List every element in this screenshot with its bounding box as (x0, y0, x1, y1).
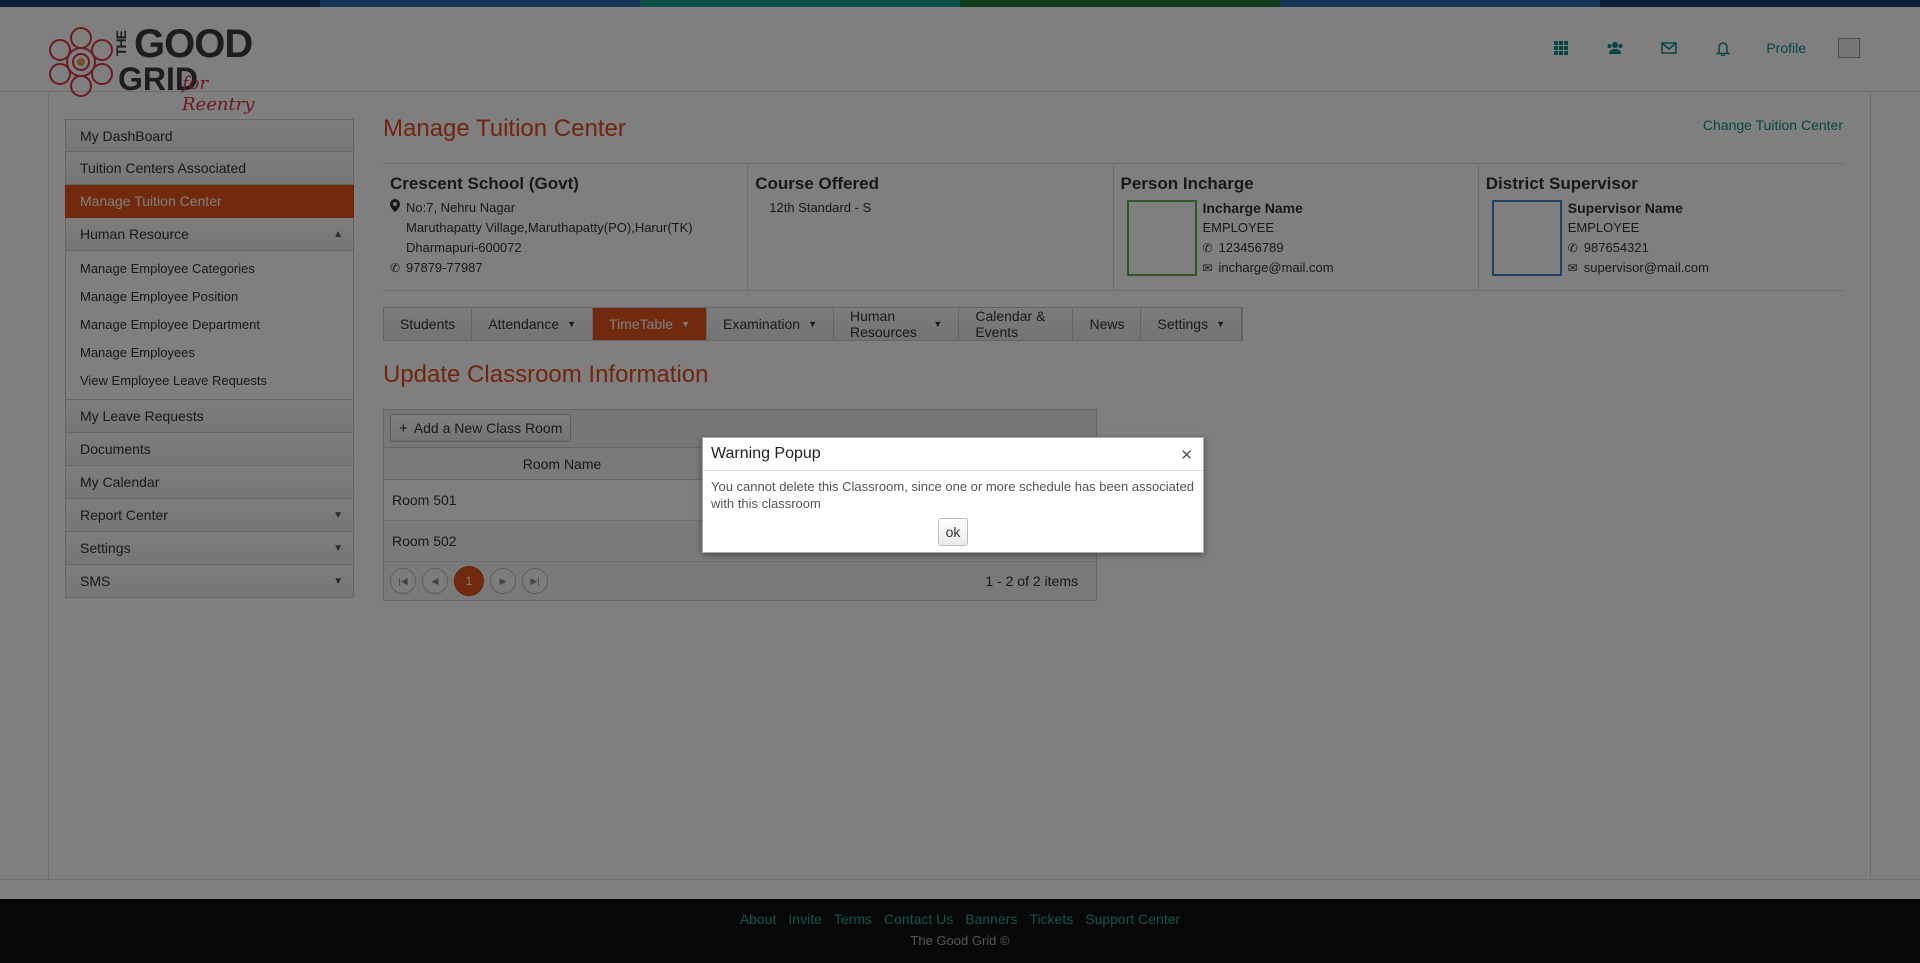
modal-title-bar: Warning Popup ✕ (703, 438, 1203, 471)
close-icon[interactable]: ✕ (1180, 446, 1193, 464)
modal-title: Warning Popup (711, 445, 821, 462)
warning-modal: Warning Popup ✕ You cannot delete this C… (702, 437, 1204, 553)
ok-button[interactable]: ok (938, 518, 968, 546)
modal-message: You cannot delete this Classroom, since … (711, 479, 1194, 511)
